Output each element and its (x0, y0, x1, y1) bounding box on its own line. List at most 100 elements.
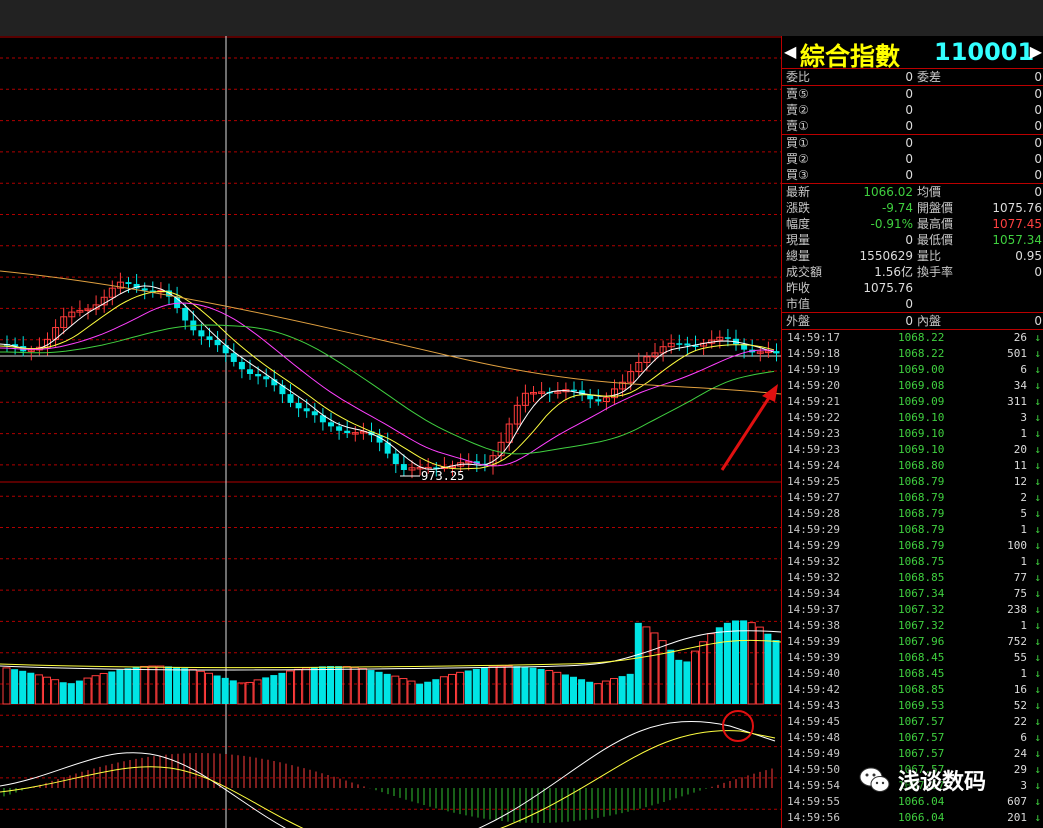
tick-time: 14:59:40 (787, 667, 840, 680)
row-label-2: 量比 (917, 249, 942, 263)
volume-bar (740, 620, 748, 704)
volume-bar (448, 673, 456, 705)
quote-row: 漲跌 -9.74 開盤價 1075.76 (782, 200, 1043, 216)
tick-price: 1068.79 (898, 523, 945, 536)
down-arrow-icon: ↓ (1034, 667, 1041, 680)
volume-bar (642, 626, 651, 705)
tick-volume: 55 (1013, 651, 1027, 664)
volume-bar (618, 676, 626, 704)
tick-time: 14:59:23 (787, 443, 840, 456)
sell-level-row: 賣① 0 0 (782, 118, 1043, 134)
security-code: 110001 (934, 38, 1035, 66)
tick-row: 14:59:40 1068.45 1 ↓ (782, 666, 1043, 682)
volume-bar (350, 666, 359, 705)
tick-row: 14:59:29 1068.79 1 ↓ (782, 522, 1043, 538)
volume-bar (148, 665, 157, 705)
volume-bar (342, 666, 351, 705)
volume-bar (464, 670, 472, 704)
candle-body (311, 411, 318, 416)
tick-row: 14:59:20 1069.08 34 ↓ (782, 378, 1043, 394)
order-ratio-row: 委比 0 委差 0 (782, 69, 1043, 85)
down-arrow-icon: ↓ (1034, 459, 1041, 472)
volume-bar (732, 620, 739, 704)
quote-row: 成交額 1.56亿 換手率 0 (782, 264, 1043, 280)
volume-bar (221, 677, 229, 704)
macd-dif-line (0, 721, 776, 828)
volume-bar (496, 665, 505, 705)
tick-time: 14:59:48 (787, 731, 840, 744)
tick-volume: 1 (1020, 555, 1027, 568)
down-arrow-icon: ↓ (1034, 715, 1041, 728)
volume-bar (391, 675, 400, 705)
tick-volume: 29 (1013, 763, 1027, 776)
row-label: 總量 (786, 249, 811, 263)
volume-bar (772, 640, 780, 704)
volume-bar (165, 666, 172, 704)
kline-chart[interactable]: 973.25 (0, 36, 781, 828)
tick-price: 1067.57 (898, 715, 945, 728)
tick-time: 14:59:17 (787, 331, 840, 344)
down-arrow-icon: ↓ (1034, 331, 1041, 344)
volume-bar (480, 667, 488, 704)
down-arrow-icon: ↓ (1034, 683, 1041, 696)
tick-volume: 12 (1013, 475, 1027, 488)
tick-price: 1068.85 (898, 571, 945, 584)
volume-ma-line (0, 639, 781, 669)
tick-price: 1068.75 (898, 555, 945, 568)
tick-time: 14:59:32 (787, 555, 840, 568)
volume-bar (34, 674, 43, 705)
tick-row: 14:59:21 1069.09 311 ↓ (782, 394, 1043, 410)
volume-bar (196, 670, 205, 705)
row-label-2: 均價 (917, 185, 942, 199)
quote-row: 最新 1066.02 均價 0 (782, 184, 1043, 200)
row-value: 0 (905, 168, 913, 182)
tick-time: 14:59:23 (787, 427, 840, 440)
volume-bar (91, 675, 100, 705)
down-arrow-icon: ↓ (1034, 731, 1041, 744)
volume-bar (245, 681, 254, 705)
down-arrow-icon: ↓ (1034, 555, 1041, 568)
volume-bar (327, 666, 334, 704)
tick-row: 14:59:19 1069.00 6 ↓ (782, 362, 1043, 378)
tick-price: 1068.22 (898, 331, 945, 344)
quote-row: 現量 0 最低價 1057.34 (782, 232, 1043, 248)
down-arrow-icon: ↓ (1034, 779, 1041, 792)
next-security-icon[interactable]: ▶ (1030, 42, 1042, 61)
tick-volume: 1 (1020, 427, 1027, 440)
tick-volume: 3 (1020, 411, 1027, 424)
volume-bar (11, 669, 19, 704)
tick-volume: 20 (1013, 443, 1027, 456)
volume-bar (2, 667, 11, 705)
candle-body (336, 426, 343, 431)
row-label: 最新 (786, 185, 811, 199)
buy-level-row: 買③ 0 0 (782, 167, 1043, 183)
prev-security-icon[interactable]: ◀ (784, 42, 796, 61)
tick-row: 14:59:23 1069.10 1 ↓ (782, 426, 1043, 442)
candle-body (125, 282, 132, 284)
volume-bar (383, 673, 391, 704)
volume-bar (286, 670, 294, 705)
tick-time: 14:59:45 (787, 715, 840, 728)
volume-bar (302, 667, 311, 705)
volume-bar (561, 674, 569, 704)
tick-time: 14:59:24 (787, 459, 840, 472)
row-value-2: 0 (1034, 185, 1042, 199)
row-value-2: 0 (1034, 314, 1042, 328)
volume-bar (683, 661, 691, 704)
volume-bar (51, 679, 60, 705)
volume-bar (124, 668, 132, 704)
tick-price: 1067.32 (898, 603, 945, 616)
ma120-line (0, 270, 781, 395)
tick-price: 1069.08 (898, 379, 945, 392)
tick-volume: 16 (1013, 683, 1027, 696)
row-label-2: 換手率 (917, 265, 954, 279)
volume-bar (237, 682, 246, 705)
volume-bar (188, 669, 197, 705)
down-arrow-icon: ↓ (1034, 411, 1041, 424)
annotation-arrowhead (762, 384, 778, 402)
tick-price: 1066.04 (898, 811, 945, 824)
quote-row: 市值 0 (782, 296, 1043, 312)
quote-row: 總量 1550629 量比 0.95 (782, 248, 1043, 264)
tick-price: 1068.79 (898, 491, 945, 504)
tick-time: 14:59:20 (787, 379, 840, 392)
